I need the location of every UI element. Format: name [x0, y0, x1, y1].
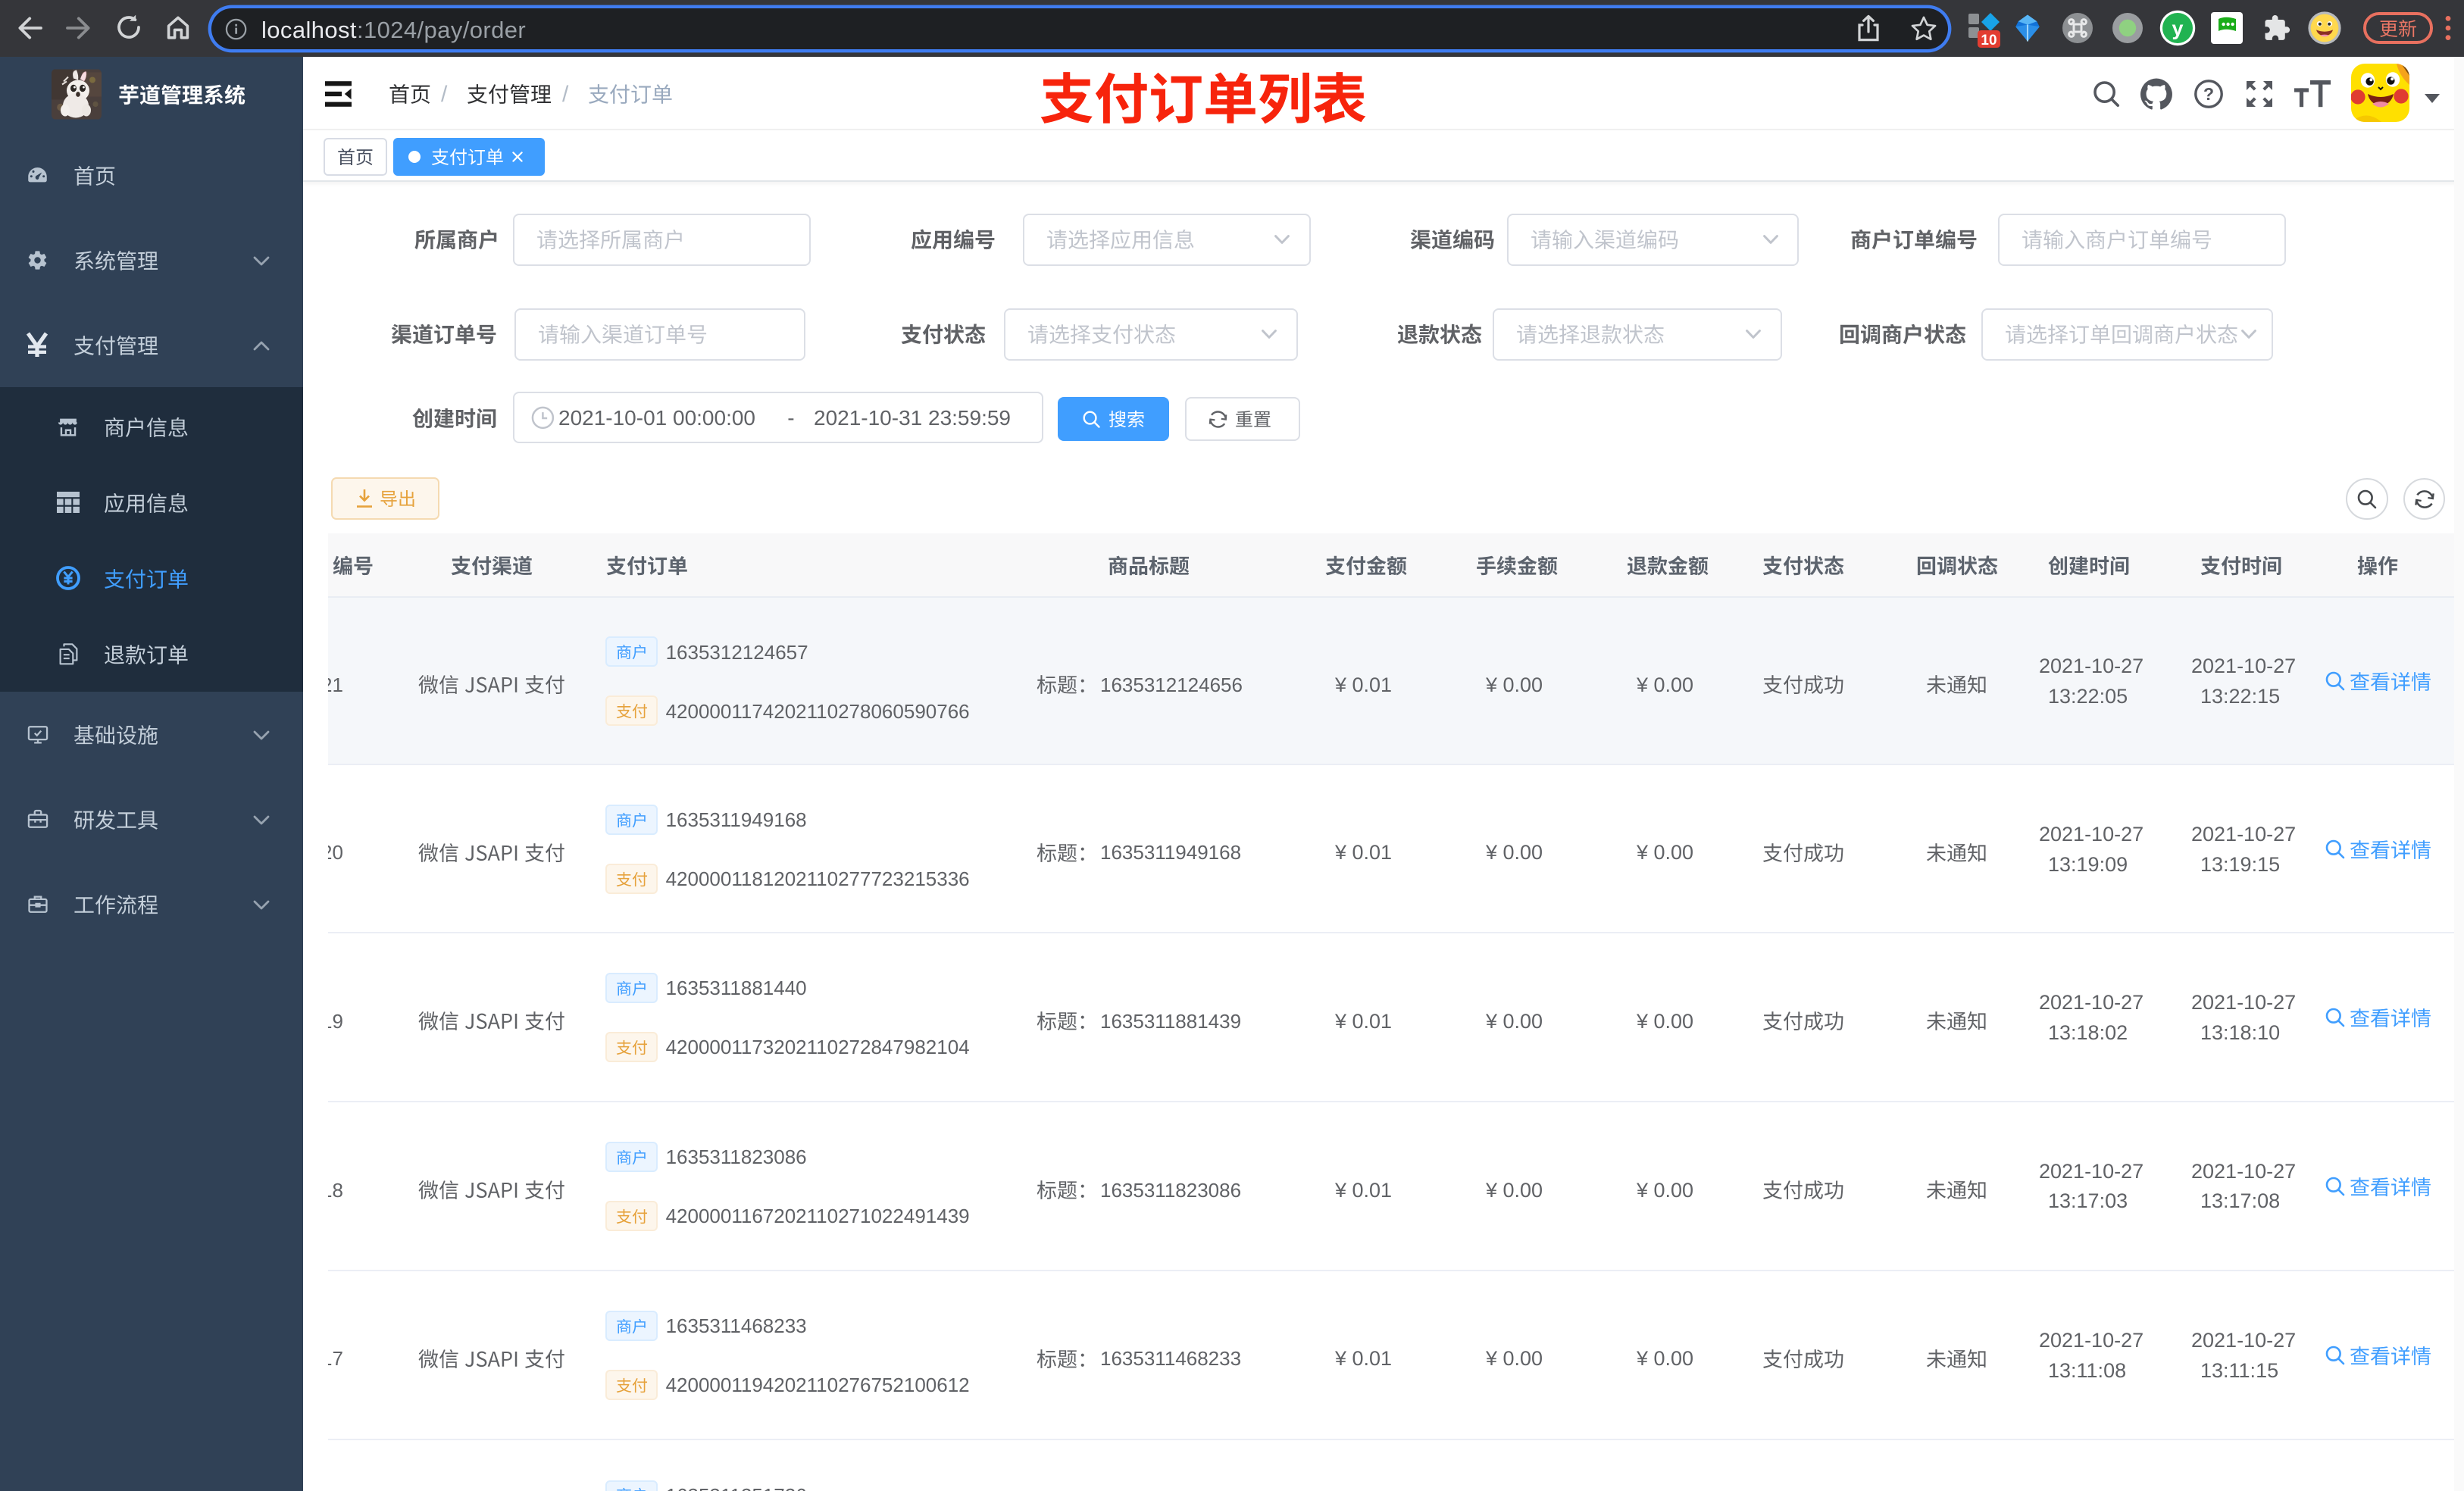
svg-text:10: 10: [1981, 33, 1997, 48]
svg-text:y: y: [2172, 17, 2183, 40]
svg-text:?: ?: [2203, 84, 2214, 104]
